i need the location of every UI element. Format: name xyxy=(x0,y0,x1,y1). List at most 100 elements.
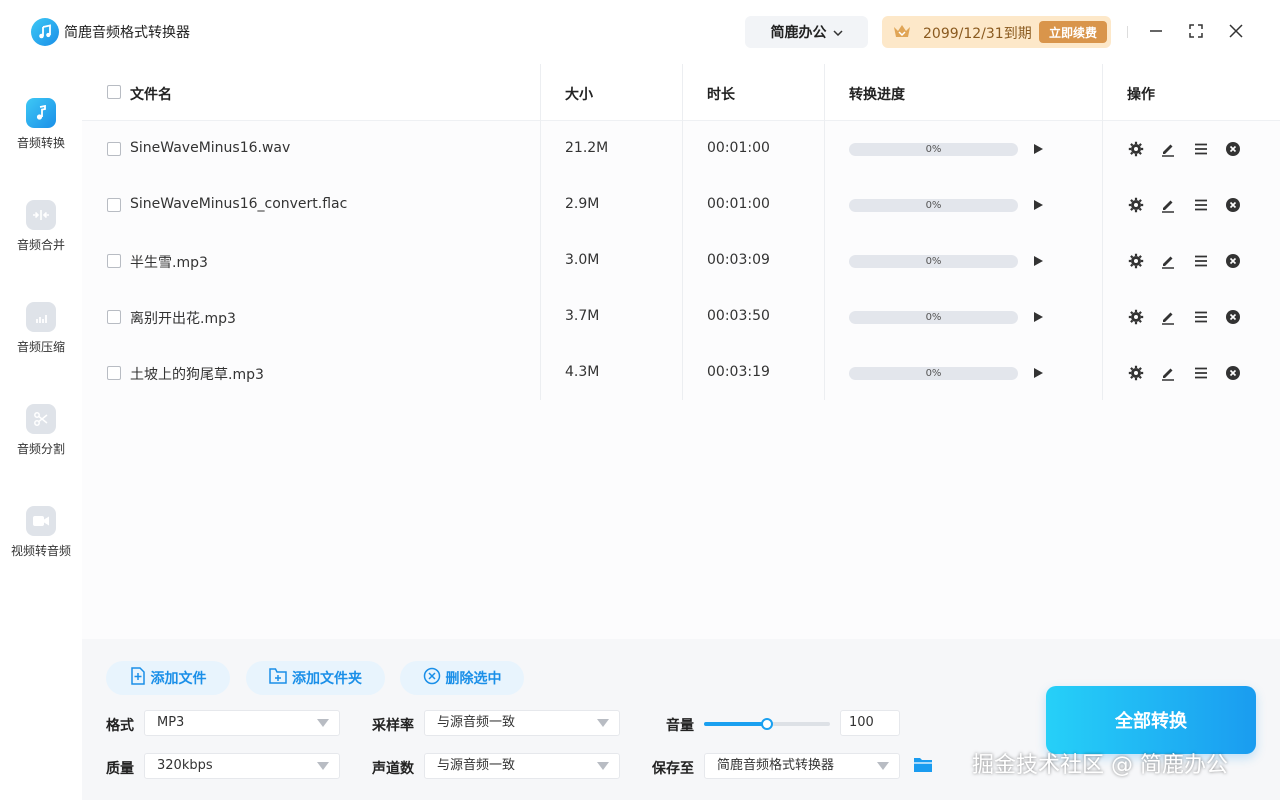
play-icon[interactable] xyxy=(1029,140,1047,158)
format-select[interactable]: MP3 xyxy=(144,710,340,736)
add-folder-button[interactable]: 添加文件夹 xyxy=(246,661,385,695)
add-file-button[interactable]: 添加文件 xyxy=(106,661,230,695)
app-title: 简鹿音频格式转换器 xyxy=(64,25,190,41)
row-checkbox[interactable] xyxy=(107,310,121,324)
saveto-value: 简鹿音频格式转换器 xyxy=(717,758,835,773)
maximize-icon[interactable] xyxy=(1185,20,1207,42)
delete-icon[interactable] xyxy=(1224,364,1242,382)
close-icon[interactable] xyxy=(1225,20,1247,42)
file-name: 离别开出花.mp3 xyxy=(130,311,236,327)
bottom-panel: 添加文件 添加文件夹 删除选中 格式 MP3 采样率 与源音频一致 音量 100… xyxy=(82,639,1280,800)
header-size: 大小 xyxy=(565,87,593,103)
progress-bar: 0% xyxy=(849,367,1018,380)
renew-button[interactable]: 立即续费 xyxy=(1039,21,1107,43)
titlebar-divider xyxy=(1127,26,1128,38)
music-note-icon xyxy=(26,98,56,128)
vip-expiry-date: 2099/12/31到期 xyxy=(923,26,1032,42)
menu-icon[interactable] xyxy=(1192,364,1210,382)
gear-icon[interactable] xyxy=(1127,140,1145,158)
header-duration: 时长 xyxy=(707,87,735,103)
menu-icon[interactable] xyxy=(1192,196,1210,214)
sidebar: 音频转换 音频合并 音频压缩 音频分割 视频转音频 xyxy=(0,64,82,800)
folder-icon[interactable] xyxy=(913,756,933,778)
edit-icon[interactable] xyxy=(1159,252,1177,270)
table-row[interactable]: SineWaveMinus16.wav 21.2M 00:01:00 0% xyxy=(82,121,1280,177)
delete-icon[interactable] xyxy=(1224,308,1242,326)
play-icon[interactable] xyxy=(1029,196,1047,214)
progress-bar: 0% xyxy=(849,199,1018,212)
dropdown-arrow-icon xyxy=(317,762,329,770)
volume-slider-thumb[interactable] xyxy=(761,718,773,730)
table-row[interactable]: 土坡上的狗尾草.mp3 4.3M 00:03:19 0% xyxy=(82,345,1280,401)
volume-input[interactable]: 100 xyxy=(840,710,900,736)
table-row[interactable]: 离别开出花.mp3 3.7M 00:03:50 0% xyxy=(82,289,1280,345)
delete-selected-button[interactable]: 删除选中 xyxy=(400,661,524,695)
sidebar-item-audio-convert[interactable]: 音频转换 xyxy=(0,94,82,174)
edit-icon[interactable] xyxy=(1159,308,1177,326)
volume-slider[interactable] xyxy=(704,718,830,730)
header-filename: 文件名 xyxy=(130,87,172,103)
row-checkbox[interactable] xyxy=(107,142,121,156)
menu-icon[interactable] xyxy=(1192,308,1210,326)
menu-icon[interactable] xyxy=(1192,140,1210,158)
minimize-icon[interactable] xyxy=(1145,20,1167,42)
gear-icon[interactable] xyxy=(1127,308,1145,326)
delete-icon[interactable] xyxy=(1224,140,1242,158)
delete-selected-label: 删除选中 xyxy=(445,671,502,687)
merge-icon xyxy=(26,200,56,230)
quality-select[interactable]: 320kbps xyxy=(144,753,340,779)
samplerate-label: 采样率 xyxy=(372,718,414,734)
volume-slider-fill xyxy=(704,722,767,726)
delete-icon[interactable] xyxy=(1224,196,1242,214)
sidebar-item-audio-merge[interactable]: 音频合并 xyxy=(0,196,82,276)
sidebar-item-audio-compress[interactable]: 音频压缩 xyxy=(0,298,82,378)
gear-icon[interactable] xyxy=(1127,252,1145,270)
add-file-label: 添加文件 xyxy=(150,671,207,687)
add-folder-label: 添加文件夹 xyxy=(292,671,362,687)
progress-text: 0% xyxy=(925,256,942,267)
gear-icon[interactable] xyxy=(1127,196,1145,214)
samplerate-value: 与源音频一致 xyxy=(437,715,516,730)
channels-select[interactable]: 与源音频一致 xyxy=(424,753,620,779)
row-checkbox[interactable] xyxy=(107,198,121,212)
progress-text: 0% xyxy=(925,200,942,211)
samplerate-select[interactable]: 与源音频一致 xyxy=(424,710,620,736)
file-size: 3.7M xyxy=(565,308,600,324)
row-checkbox[interactable] xyxy=(107,366,121,380)
sidebar-item-audio-split[interactable]: 音频分割 xyxy=(0,400,82,480)
file-size: 2.9M xyxy=(565,196,600,212)
compress-icon xyxy=(26,302,56,332)
row-checkbox[interactable] xyxy=(107,254,121,268)
convert-all-button[interactable]: 全部转换 xyxy=(1046,686,1256,754)
quality-value: 320kbps xyxy=(157,758,213,773)
office-menu-button[interactable]: 简鹿办公 xyxy=(745,16,868,48)
vip-crown-icon xyxy=(892,23,912,41)
edit-icon[interactable] xyxy=(1159,196,1177,214)
file-duration: 00:03:19 xyxy=(707,364,770,380)
progress-bar: 0% xyxy=(849,311,1018,324)
gear-icon[interactable] xyxy=(1127,364,1145,382)
play-icon[interactable] xyxy=(1029,252,1047,270)
vip-status: 2099/12/31到期 立即续费 xyxy=(882,16,1111,48)
file-name: 土坡上的狗尾草.mp3 xyxy=(130,367,264,383)
add-file-icon xyxy=(130,667,146,689)
progress-text: 0% xyxy=(925,144,942,155)
video-camera-icon xyxy=(26,506,56,536)
file-name: SineWaveMinus16_convert.flac xyxy=(130,196,348,212)
saveto-select[interactable]: 简鹿音频格式转换器 xyxy=(704,753,900,779)
add-folder-icon xyxy=(269,668,287,688)
select-all-checkbox[interactable] xyxy=(107,85,121,99)
sidebar-item-video-to-audio[interactable]: 视频转音频 xyxy=(0,502,82,582)
edit-icon[interactable] xyxy=(1159,140,1177,158)
progress-text: 0% xyxy=(925,368,942,379)
table-row[interactable]: 半生雪.mp3 3.0M 00:03:09 0% xyxy=(82,233,1280,289)
menu-icon[interactable] xyxy=(1192,252,1210,270)
office-menu-label: 简鹿办公 xyxy=(770,25,827,41)
table-row[interactable]: SineWaveMinus16_convert.flac 2.9M 00:01:00… xyxy=(82,177,1280,233)
delete-icon[interactable] xyxy=(1224,252,1242,270)
edit-icon[interactable] xyxy=(1159,364,1177,382)
play-icon[interactable] xyxy=(1029,308,1047,326)
play-icon[interactable] xyxy=(1029,364,1047,382)
scissors-icon xyxy=(26,404,56,434)
title-bar: 简鹿音频格式转换器 简鹿办公 2099/12/31到期 立即续费 xyxy=(0,0,1280,64)
